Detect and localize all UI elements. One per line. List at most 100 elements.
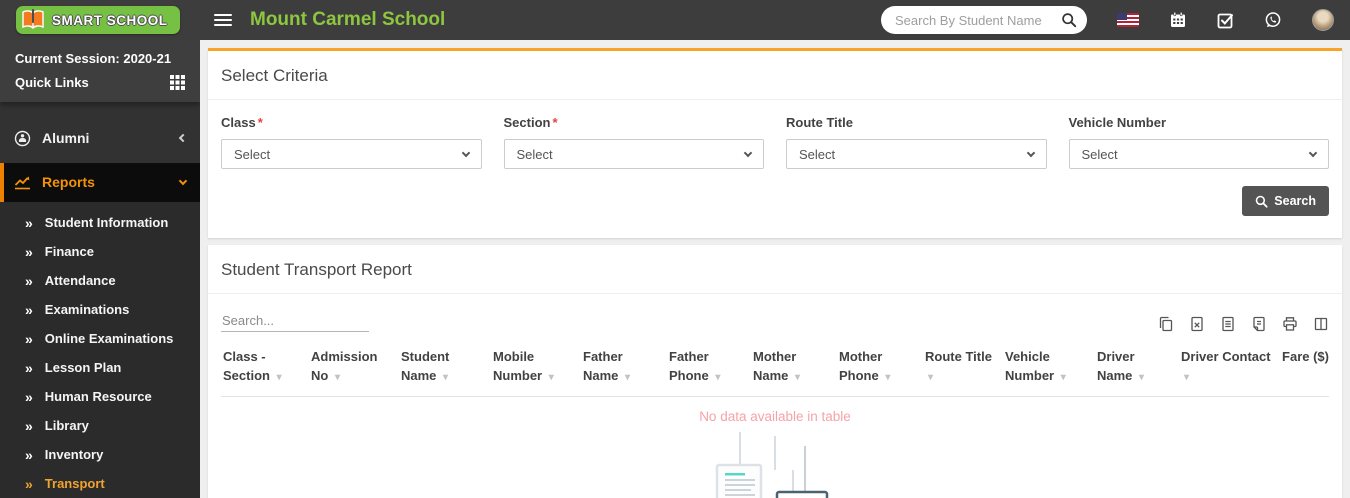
col-driver-name[interactable]: Driver Name ▾	[1095, 346, 1179, 396]
sidebar-item-label: Reports	[42, 174, 95, 191]
submenu-library[interactable]: » Library	[0, 411, 200, 440]
search-button[interactable]: Search	[1242, 186, 1329, 216]
sort-icon: ▾	[1060, 371, 1066, 383]
search-icon[interactable]	[1061, 12, 1077, 28]
sort-icon: ▾	[548, 371, 554, 383]
double-chevron-icon: »	[25, 301, 33, 318]
sort-icon: ▾	[928, 371, 934, 383]
class-label: Class *	[221, 115, 263, 130]
col-vehicle-number[interactable]: Vehicle Number ▾	[1003, 346, 1095, 396]
grid-icon[interactable]	[170, 75, 185, 90]
student-search-box	[881, 6, 1087, 34]
sort-icon: ▾	[443, 371, 449, 383]
sidebar: Current Session: 2020-21 Quick Links Alu…	[0, 40, 200, 498]
calendar-icon[interactable]	[1169, 11, 1187, 29]
export-csv-icon[interactable]	[1220, 316, 1236, 332]
table-search-input[interactable]	[221, 310, 369, 332]
chevron-down-icon	[1026, 148, 1035, 157]
double-chevron-icon: »	[25, 359, 33, 376]
col-father-phone[interactable]: Father Phone ▾	[667, 346, 751, 396]
sidebar-item-label: Alumni	[42, 130, 90, 147]
submenu-label: Student Information	[44, 215, 169, 230]
alumni-icon	[14, 130, 31, 147]
vehicle-number-select[interactable]: Select	[1068, 139, 1329, 169]
hamburger-menu-icon[interactable]	[214, 11, 232, 29]
submenu-label: Examinations	[44, 302, 130, 317]
double-chevron-icon: »	[25, 214, 33, 231]
col-father-name[interactable]: Father Name ▾	[581, 346, 667, 396]
chevron-left-icon	[178, 134, 188, 143]
school-name-title: Mount Carmel School	[250, 9, 446, 30]
submenu-label: Human Resource	[44, 389, 152, 404]
submenu-label: Online Examinations	[44, 331, 174, 346]
top-header-bar: SMART SCHOOL Mount Carmel School	[0, 0, 1350, 40]
required-asterisk: *	[257, 115, 263, 130]
search-icon	[1255, 195, 1268, 208]
export-excel-icon[interactable]	[1189, 316, 1205, 332]
main-content: Select Criteria Class * Select Section * S…	[200, 40, 1350, 498]
section-select[interactable]: Select	[503, 139, 764, 169]
sort-icon: ▾	[334, 371, 340, 383]
col-admission-no[interactable]: Admission No ▾	[309, 346, 399, 396]
double-chevron-icon: »	[25, 446, 33, 463]
submenu-attendance[interactable]: » Attendance	[0, 266, 200, 295]
col-driver-contact[interactable]: Driver Contact ▾	[1179, 346, 1279, 396]
submenu-label: Lesson Plan	[44, 360, 122, 375]
reports-submenu: » Student Information » Finance » Attendanc…	[0, 202, 200, 498]
submenu-label: Library	[44, 418, 89, 433]
reports-chart-icon	[14, 176, 30, 190]
user-avatar[interactable]	[1312, 9, 1334, 31]
empty-table-message: No data available in table	[699, 408, 851, 424]
submenu-label: Transport	[44, 476, 105, 491]
double-chevron-icon: »	[25, 330, 33, 347]
chevron-down-icon	[1308, 148, 1318, 157]
class-field: Class * Select	[221, 115, 482, 169]
submenu-finance[interactable]: » Finance	[0, 237, 200, 266]
submenu-human-resource[interactable]: » Human Resource	[0, 382, 200, 411]
transport-report-table: Class - Section ▾ Admission No ▾ Student…	[221, 346, 1329, 397]
select-criteria-title: Select Criteria	[208, 51, 1342, 100]
route-title-field: Route Title Select	[786, 115, 1047, 169]
submenu-inventory[interactable]: » Inventory	[0, 440, 200, 469]
submenu-label: Finance	[44, 244, 94, 259]
column-visibility-icon[interactable]	[1313, 316, 1329, 332]
export-copy-icon[interactable]	[1158, 316, 1174, 332]
export-toolbar	[1158, 316, 1329, 332]
sidebar-item-alumni[interactable]: Alumni	[0, 118, 200, 159]
col-fare[interactable]: Fare ($)	[1279, 346, 1329, 396]
report-title: Student Transport Report	[208, 245, 1342, 294]
current-session-label: Current Session: 2020-21	[15, 51, 172, 66]
submenu-examinations[interactable]: » Examinations	[0, 295, 200, 324]
select-criteria-card: Select Criteria Class * Select Section * S…	[208, 48, 1342, 238]
col-class-section[interactable]: Class - Section ▾	[221, 346, 309, 396]
submenu-transport[interactable]: » Transport	[0, 469, 200, 498]
whatsapp-icon[interactable]	[1264, 11, 1282, 29]
route-title-select[interactable]: Select	[786, 139, 1047, 169]
submenu-label: Attendance	[44, 273, 116, 288]
submenu-online-examinations[interactable]: » Online Examinations	[0, 324, 200, 353]
export-print-icon[interactable]	[1282, 316, 1298, 332]
app-logo[interactable]: SMART SCHOOL	[0, 0, 200, 40]
sort-icon: ▾	[1139, 371, 1145, 383]
chevron-down-icon	[743, 148, 753, 157]
col-student-name[interactable]: Student Name ▾	[399, 346, 491, 396]
submenu-student-information[interactable]: » Student Information	[0, 208, 200, 237]
col-mother-name[interactable]: Mother Name ▾	[751, 346, 837, 396]
sidebar-item-reports[interactable]: Reports	[0, 162, 200, 202]
book-logo-icon	[22, 9, 44, 29]
quick-links[interactable]: Quick Links	[15, 75, 185, 90]
student-search-input[interactable]	[895, 12, 1061, 28]
sort-icon: ▾	[885, 371, 891, 383]
col-mobile-number[interactable]: Mobile Number ▾	[491, 346, 581, 396]
submenu-label: Inventory	[44, 447, 104, 462]
sort-icon: ▾	[715, 371, 721, 383]
col-mother-phone[interactable]: Mother Phone ▾	[837, 346, 923, 396]
language-flag-icon[interactable]	[1117, 13, 1139, 27]
submenu-lesson-plan[interactable]: » Lesson Plan	[0, 353, 200, 382]
col-route-title[interactable]: Route Title ▾	[923, 346, 1003, 396]
empty-state-illustration	[208, 431, 1342, 498]
tasks-checkbox-icon[interactable]	[1217, 12, 1234, 29]
class-select[interactable]: Select	[221, 139, 482, 169]
export-pdf-icon[interactable]	[1251, 316, 1267, 332]
required-asterisk: *	[552, 115, 558, 130]
